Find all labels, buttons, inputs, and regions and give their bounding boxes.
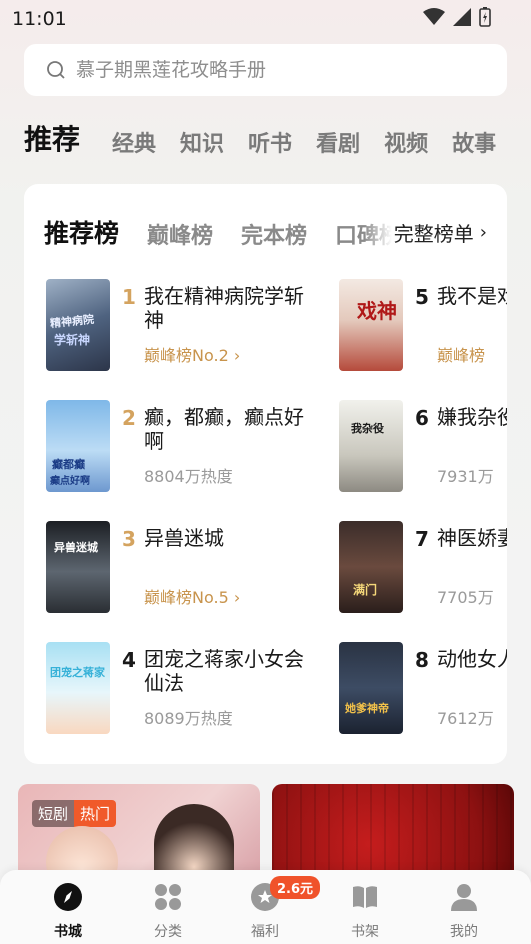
search-icon xyxy=(47,61,65,79)
book-title: 神医娇妻，救了满 xyxy=(437,526,507,550)
book-title: 团宠之蒋家小女会仙法 xyxy=(144,647,304,695)
nav-category[interactable]: 分类 xyxy=(128,882,208,941)
search-input[interactable] xyxy=(76,59,476,81)
book-cover: 戏神 xyxy=(339,279,403,371)
nav-bookstore[interactable]: 书城 xyxy=(28,882,108,941)
nav-label: 我的 xyxy=(450,924,478,940)
full-ranking-label: 完整榜单 xyxy=(393,221,474,246)
list-item[interactable]: 戏神 5 我不是戏神 巅峰榜 xyxy=(339,279,507,371)
book-cover: 癫都癫 癫点好啊 xyxy=(46,400,110,492)
rank-number: 4 xyxy=(122,648,136,672)
book-cover: 我杂役 xyxy=(339,400,403,492)
tab-story[interactable]: 故事 xyxy=(452,126,496,158)
book-cover: 团宠之蒋家 xyxy=(46,642,110,734)
list-item[interactable]: 癫都癫 癫点好啊 2 癫，都癫，癫点好啊 8804万热度 xyxy=(46,400,346,492)
book-sub: 巅峰榜 xyxy=(437,346,486,365)
category-icon xyxy=(155,884,181,910)
short-drama-banner[interactable]: 短剧 热门 xyxy=(18,784,260,884)
book-sub: 7612万 xyxy=(437,709,494,728)
list-item[interactable]: 精神病院 学斩神 1 我在精神病院学斩神 巅峰榜No.2 › xyxy=(46,279,346,371)
rank-number: 5 xyxy=(415,285,429,309)
list-item[interactable]: 她爹神帝 8 动他女人，她爹神 7612万 xyxy=(339,642,507,734)
category-tabs: 推荐 经典 知识 听书 看剧 视频 故事 xyxy=(24,114,520,158)
tab-video[interactable]: 视频 xyxy=(384,126,428,158)
book-cover: 她爹神帝 xyxy=(339,642,403,734)
drama-banner-red[interactable] xyxy=(272,784,514,884)
rank-number: 7 xyxy=(415,527,429,551)
rank-tab-recommend[interactable]: 推荐榜 xyxy=(44,214,119,250)
wifi-icon xyxy=(423,8,445,25)
rank-number: 3 xyxy=(122,527,136,551)
rank-number: 1 xyxy=(122,285,136,309)
status-time: 11:01 xyxy=(12,8,67,30)
signal-icon xyxy=(453,8,471,26)
rank-tab-peak[interactable]: 巅峰榜 xyxy=(147,218,213,250)
book-sub: 8089万热度 xyxy=(144,709,233,728)
status-bar: 11:01 xyxy=(0,0,531,36)
book-title: 动他女人，她爹神 xyxy=(437,647,507,671)
rank-number: 8 xyxy=(415,648,429,672)
book-cover: 异兽迷城 xyxy=(46,521,110,613)
book-title: 嫌我杂役，敌了你 xyxy=(437,405,507,429)
profile-icon xyxy=(451,884,477,911)
tab-knowledge[interactable]: 知识 xyxy=(180,126,224,158)
search-bar[interactable] xyxy=(24,44,507,96)
welfare-badge: 2.6元 xyxy=(270,876,321,899)
ranking-card: 推荐榜 巅峰榜 完本榜 口碑榜 完整榜单 › 精神病院学斩神 1 我在精神病院学… xyxy=(24,184,507,764)
nav-label: 书架 xyxy=(351,924,379,940)
nav-bookshelf[interactable]: 书架 xyxy=(325,882,405,941)
tab-recommend[interactable]: 推荐 xyxy=(24,118,80,158)
bookshelf-icon xyxy=(353,886,377,908)
list-item[interactable]: 满门 7 神医娇妻，救了满 7705万 xyxy=(339,521,507,613)
status-icons xyxy=(423,7,491,27)
book-sub: 巅峰榜No.2 › xyxy=(144,346,241,365)
battery-icon xyxy=(479,7,491,27)
rank-number: 2 xyxy=(122,406,136,430)
tag-hot: 热门 xyxy=(74,800,117,827)
book-sub: 7705万 xyxy=(437,588,494,607)
full-ranking-link[interactable]: 完整榜单 › xyxy=(363,214,507,250)
book-sub: 8804万热度 xyxy=(144,467,233,486)
book-title: 我不是戏神 xyxy=(437,284,507,308)
rank-number: 6 xyxy=(415,406,429,430)
banner-art xyxy=(272,784,514,884)
list-item[interactable]: 异兽迷城 3 异兽迷城 巅峰榜No.5 › xyxy=(46,521,346,613)
book-title: 癫，都癫，癫点好啊 xyxy=(144,405,304,453)
tab-drama[interactable]: 看剧 xyxy=(316,126,360,158)
list-item[interactable]: 团宠之蒋家 4 团宠之蒋家小女会仙法 8089万热度 xyxy=(46,642,346,734)
nav-label: 书城 xyxy=(54,924,82,940)
book-sub: 巅峰榜No.5 › xyxy=(144,588,241,607)
book-cover: 满门 xyxy=(339,521,403,613)
chevron-right-icon: › xyxy=(479,221,487,243)
banner-tag: 短剧 热门 xyxy=(32,800,117,827)
rank-tab-complete[interactable]: 完本榜 xyxy=(241,218,307,250)
tab-classic[interactable]: 经典 xyxy=(112,126,156,158)
tab-audiobook[interactable]: 听书 xyxy=(248,126,292,158)
bottom-nav: 书城 分类 福利 书架 我的 xyxy=(0,870,531,944)
book-title: 异兽迷城 xyxy=(144,526,224,550)
compass-icon xyxy=(54,883,82,911)
nav-label: 分类 xyxy=(154,924,182,940)
tag-short-drama: 短剧 xyxy=(32,800,75,827)
list-item[interactable]: 我杂役 6 嫌我杂役，敌了你 7931万 xyxy=(339,400,507,492)
nav-profile[interactable]: 我的 xyxy=(424,882,504,941)
book-title: 我在精神病院学斩神 xyxy=(144,284,304,332)
book-cover: 精神病院 学斩神 xyxy=(46,279,110,371)
nav-label: 福利 xyxy=(251,924,279,940)
book-sub: 7931万 xyxy=(437,467,494,486)
